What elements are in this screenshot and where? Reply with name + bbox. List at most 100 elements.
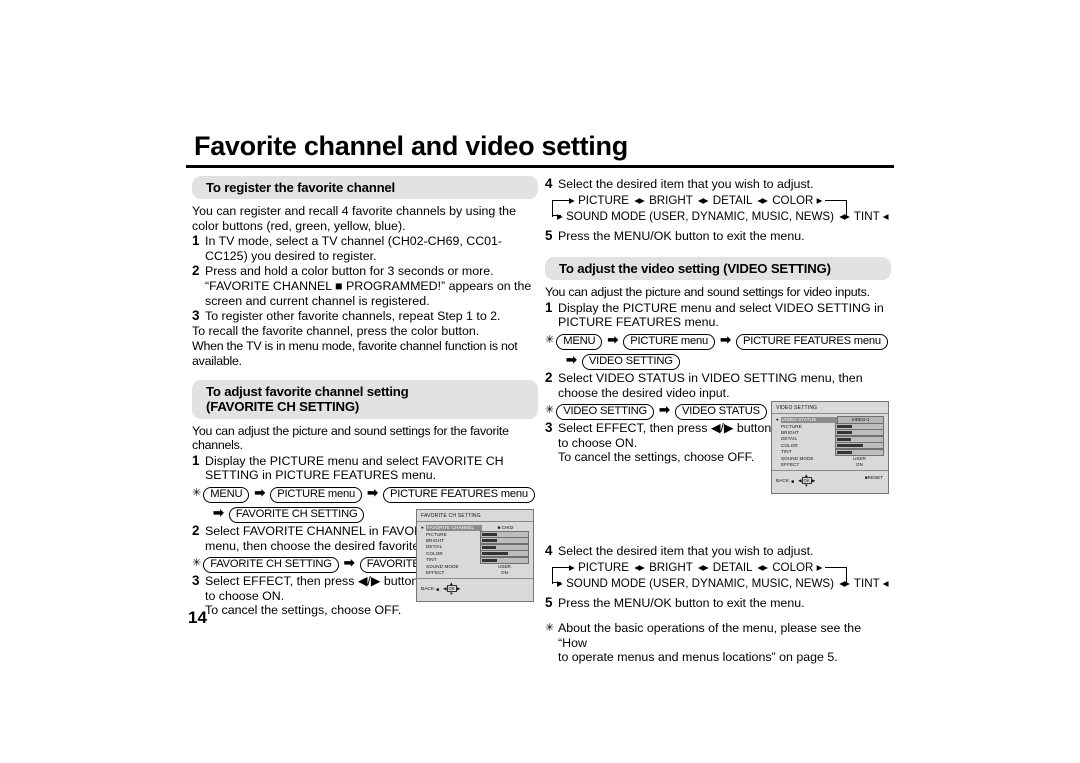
back-label: BACK (421, 586, 435, 592)
tv-menu-row-value: ON (501, 569, 508, 575)
tv-menu-row-label: SOUND MODE (781, 455, 814, 461)
manual-page: Favorite channel and video setting To re… (0, 0, 1080, 763)
section1-intro: You can register and recall 4 favorite c… (192, 204, 516, 233)
tv-menu-row[interactable]: EFFECT ON (421, 570, 529, 576)
menu-chip-picture-menu: PICTURE menu (270, 486, 363, 503)
arrow-right-icon: ➡ (367, 484, 378, 500)
tv-menu-row-label: COLOR (781, 442, 798, 448)
section-heading-favorite-ch-setting: To adjust favorite channel setting (FAVO… (192, 379, 538, 419)
step-3-register: 3 To register other favorite channels, r… (192, 309, 538, 324)
heading-line-2: (FAVORITE CH SETTING) (206, 398, 360, 414)
cycle-row-2: ▸ SOUND MODE (USER, DYNAMIC, MUSIC, NEWS… (557, 577, 889, 592)
dpad-icon: ▲ ◀ OK ▶ ▼ (798, 474, 815, 489)
item-cycle-diagram-2: ▸ PICTURE ◂▸ BRIGHT ◂▸ DETAIL ◂▸ COLOR ▸… (549, 560, 889, 595)
cycle-item-color: COLOR (772, 193, 814, 207)
arrow-right-icon: ➡ (720, 331, 731, 347)
cycle-item-tint: TINT (853, 576, 880, 590)
arrow-icon: ◂▸ (757, 193, 768, 207)
step-text-line-2: choose the desired video input. (558, 385, 730, 400)
tv-menu-row[interactable]: SOUND MODE USER (421, 563, 529, 569)
tv-menu-row-label: PICTURE (426, 531, 447, 537)
loop-top-right-line (825, 199, 837, 201)
tv-menu-title: FAVORITE CH SETTING (421, 513, 481, 519)
step-number: 5 (545, 227, 553, 243)
section-heading-register-favorite: To register the favorite channel (192, 176, 538, 199)
tv-menu-row-label: EFFECT (781, 461, 800, 467)
tv-menu-slider[interactable] (835, 448, 884, 456)
arrow-icon: ◂▸ (697, 560, 709, 574)
slider-fill (837, 425, 853, 429)
menu-chip-picture-features-menu: PICTURE FEATURES menu (382, 486, 535, 503)
step-text-line-2: PICTURE FEATURES menu. (558, 315, 719, 330)
cycle-item-color: COLOR (772, 560, 814, 574)
footnote: ✳ About the basic operations of the menu… (545, 621, 891, 665)
reset-label: ■RESET (864, 475, 883, 481)
cycle-item-picture: PICTURE (578, 560, 629, 574)
dpad-down-icon: ▼ (804, 483, 809, 489)
slider-fill (837, 444, 864, 448)
asterisk-icon: ✳ (192, 486, 202, 499)
step-text-line-1: Select VIDEO STATUS in VIDEO SETTING men… (558, 370, 863, 385)
slider-fill (482, 533, 498, 537)
asterisk-icon: ✳ (192, 557, 202, 570)
step-number: 2 (192, 522, 200, 538)
arrow-right-icon: ➡ (607, 331, 619, 347)
cycle-item-detail: DETAIL (712, 193, 753, 207)
arrow-icon: ◂▸ (839, 209, 850, 223)
menu-chip-video-status: VIDEO STATUS (674, 404, 767, 421)
step-number: 1 (545, 299, 553, 315)
arrow-icon: ◂ (882, 576, 889, 590)
step-text: Select VIDEO STATUS in VIDEO SETTING men… (558, 371, 891, 400)
menu-path-row-1: ✳ MENU ➡ PICTURE menu ➡ PICTURE FEATURES menu (192, 484, 538, 503)
section-heading-video-setting: To adjust the video setting (VIDEO SETTI… (545, 257, 891, 281)
cycle-row-1: ▸ PICTURE ◂▸ BRIGHT ◂▸ DETAIL ◂▸ COLOR ▸ (569, 194, 822, 209)
back-icon: ■ (436, 586, 440, 593)
asterisk-icon: ✳ (545, 404, 555, 417)
step-text-line-3: To cancel the settings, choose OFF. (205, 603, 402, 618)
tv-menu-slider[interactable] (480, 556, 529, 564)
arrow-icon: ▸ (557, 576, 563, 590)
arrow-icon: ◂▸ (757, 560, 768, 574)
step-number: 4 (545, 176, 553, 191)
arrow-right-icon: ➡ (213, 504, 224, 520)
slider-fill (837, 437, 852, 441)
slider-fill (482, 545, 497, 549)
arrow-icon: ◂▸ (634, 193, 645, 207)
arrow-right-icon: ➡ (659, 402, 670, 418)
arrow-icon: ▸ (569, 560, 575, 574)
menu-chip-picture-menu: PICTURE menu (623, 333, 716, 350)
section2-intro: You can adjust the picture and sound set… (192, 423, 509, 453)
step-text: Select the desired item that you wish to… (558, 177, 814, 191)
arrow-icon: ▸ (816, 560, 823, 574)
tv-menu-row[interactable]: TINT (421, 556, 529, 564)
tv-menu-row[interactable]: SOUND MODE USER (776, 455, 884, 461)
slider-fill (837, 431, 853, 435)
tv-menu-row-label: BRIGHT (781, 429, 799, 435)
tv-menu-row[interactable]: EFFECT ON (776, 462, 884, 468)
step-1-favorite-setting: 1 Display the PICTURE menu and select FA… (192, 453, 538, 483)
step-text-line-1: Display the PICTURE menu and select VIDE… (558, 300, 884, 315)
step-text: Select the desired item that you wish to… (558, 543, 814, 558)
tv-menu-row-label: TINT (781, 449, 792, 455)
menu-chip-favorite-ch-setting: FAVORITE CH SETTING (203, 557, 339, 574)
tv-menu-row-label: BRIGHT (426, 537, 444, 543)
arrow-icon: ▸ (557, 209, 563, 223)
section1-note-1: To recall the favorite channel, press th… (192, 323, 480, 338)
heading-line-1: To adjust favorite channel setting (206, 383, 409, 399)
tv-menu-title: VIDEO SETTING (776, 405, 818, 411)
asterisk-icon: ✳ (545, 333, 555, 346)
tv-menu-row-value: USER (498, 563, 511, 569)
cycle-item-picture: PICTURE (578, 193, 629, 207)
slider-fill (837, 450, 853, 454)
section3-intro: You can adjust the picture and sound set… (545, 285, 870, 300)
tv-menu-row-value: ON (856, 461, 863, 467)
tv-menu-row[interactable]: TINT (776, 448, 884, 456)
step-number: 5 (545, 594, 553, 610)
arrow-icon: ◂▸ (697, 193, 709, 207)
asterisk-icon: ✳ (545, 622, 555, 635)
step-1-video-setting: 1 Display the PICTURE menu and select VI… (545, 299, 891, 330)
step-4-video-items: 4 Select the desired item that you wish … (545, 543, 891, 559)
tv-menu-row-label: EFFECT (426, 569, 445, 575)
step-number: 1 (192, 233, 200, 249)
step-number: 2 (192, 263, 200, 279)
